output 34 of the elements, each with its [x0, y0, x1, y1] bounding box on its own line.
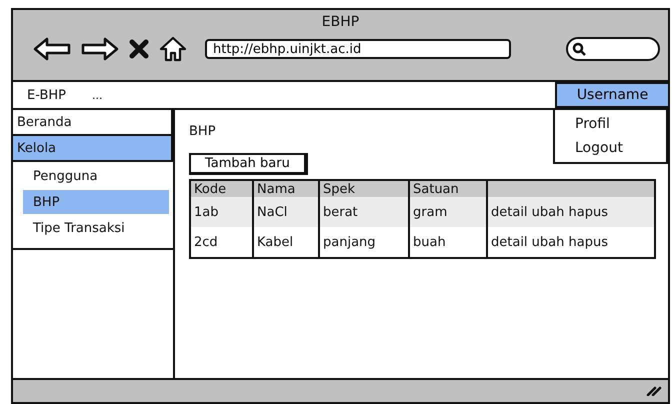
table-cell: gram [409, 197, 487, 227]
table-cell: buah [409, 227, 487, 258]
search-field[interactable] [566, 37, 660, 61]
forward-icon[interactable] [81, 37, 119, 61]
column-header: Spek [319, 180, 409, 197]
row-actions[interactable]: detail ubah hapus [487, 227, 655, 258]
column-header: Nama [253, 180, 319, 197]
add-button[interactable]: Tambah baru [189, 153, 308, 175]
table-cell: 1ab [190, 197, 253, 227]
table-cell: Kabel [253, 227, 319, 258]
table-cell: panjang [319, 227, 409, 258]
sidebar-subitem[interactable]: BHP [23, 190, 169, 214]
column-header: Kode [190, 180, 253, 197]
home-icon[interactable] [159, 36, 187, 62]
close-icon[interactable] [129, 39, 149, 59]
row-actions[interactable]: detail ubah hapus [487, 197, 655, 227]
table-cell: berat [319, 197, 409, 227]
column-header: Satuan [409, 180, 487, 197]
sidebar-subitem[interactable]: Pengguna [23, 164, 169, 188]
address-field[interactable]: http://ebhp.uinjkt.ac.id [205, 39, 511, 59]
sidebar-item[interactable]: Kelola [13, 134, 173, 162]
table-cell: NaCl [253, 197, 319, 227]
sidebar-subitem[interactable]: Tipe Transaksi [23, 216, 169, 240]
dropdown-item[interactable]: Logout [555, 136, 666, 160]
search-icon [572, 42, 586, 56]
window-title: EBHP [322, 14, 360, 30]
back-icon[interactable] [33, 37, 71, 61]
table-cell: 2cd [190, 227, 253, 258]
user-menu-button[interactable]: Username [555, 82, 668, 108]
brand-label[interactable]: E-BHP [27, 88, 66, 102]
page-heading: BHP [189, 124, 216, 139]
more-label[interactable]: ... [92, 88, 102, 102]
resize-grip-icon[interactable] [646, 386, 662, 396]
dropdown-item[interactable]: Profil [555, 112, 666, 136]
